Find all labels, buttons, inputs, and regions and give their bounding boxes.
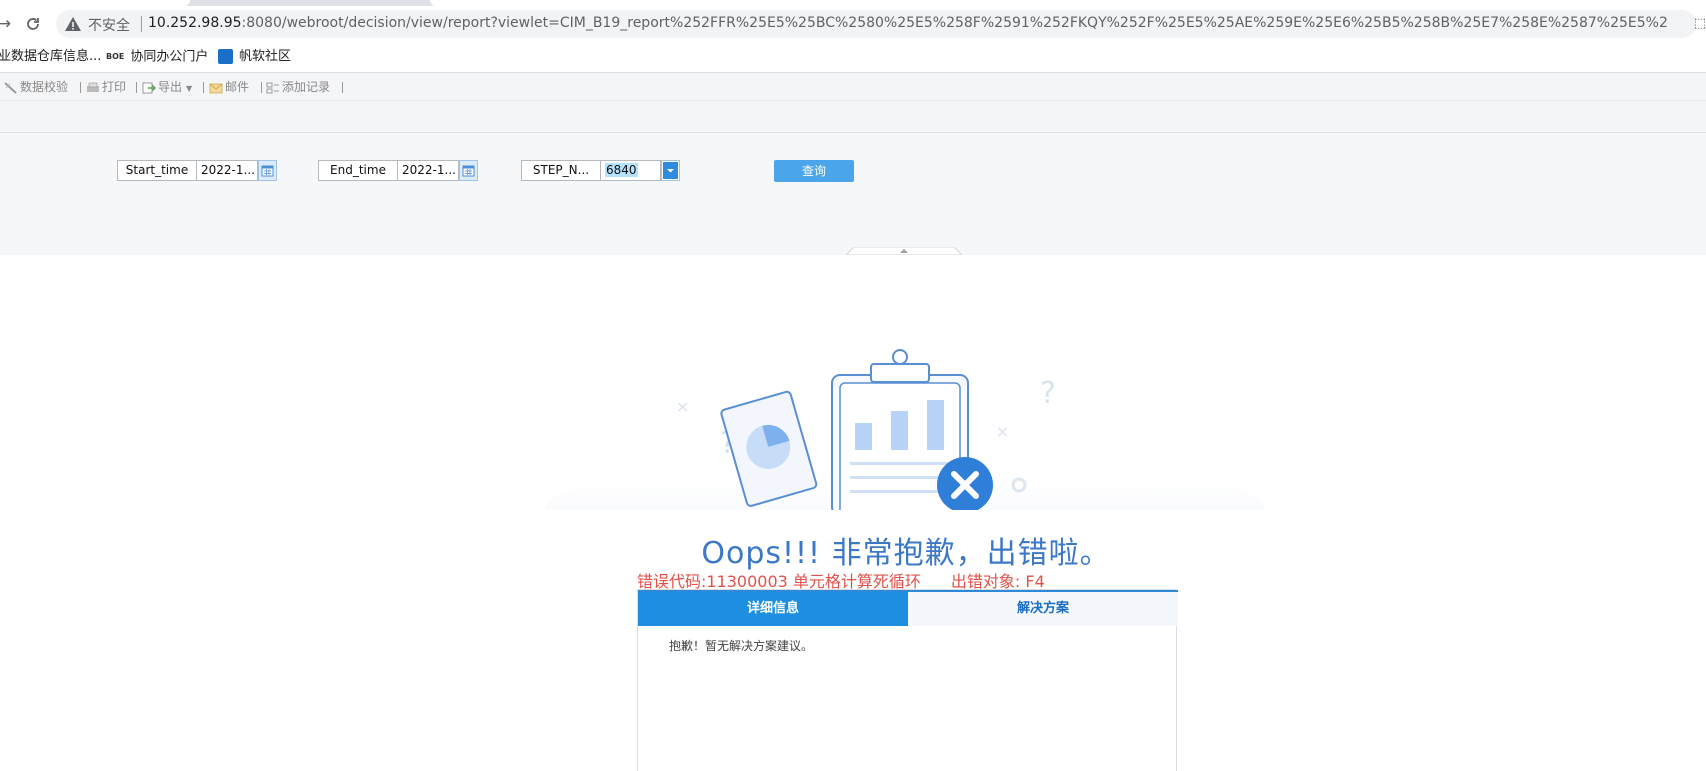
divider bbox=[203, 82, 204, 93]
divider bbox=[141, 16, 142, 32]
mail-icon bbox=[209, 82, 223, 94]
warning-icon bbox=[65, 17, 81, 31]
add-record-label: 添加记录 bbox=[282, 80, 331, 94]
report-toolbar: 数据校验 打印 导出 ▼ 邮件 添加记录 bbox=[0, 73, 1706, 101]
divider bbox=[261, 82, 262, 93]
chevron-down-icon: ▼ bbox=[186, 84, 193, 93]
browser-toolbar: → 不安全 10.252.98.95:8080/webroot/decision… bbox=[0, 6, 1706, 42]
validate-button[interactable]: 数据校验 bbox=[4, 79, 68, 95]
export-icon bbox=[142, 82, 156, 94]
validate-label: 数据校验 bbox=[20, 80, 69, 94]
url-text[interactable]: 10.252.98.95:8080/webroot/decision/view/… bbox=[148, 15, 1668, 31]
step-no-value: 6840 bbox=[605, 163, 638, 177]
chevron-down-icon bbox=[663, 162, 678, 179]
add-record-icon bbox=[266, 82, 280, 94]
start-time-label: Start_time bbox=[117, 160, 197, 181]
boe-icon: BOE bbox=[106, 52, 125, 61]
start-time-input[interactable]: 2022-1... bbox=[197, 160, 258, 181]
bookmark-label: 协同办公门户 bbox=[130, 49, 209, 65]
url-path: :8080/webroot/decision/view/report?viewl… bbox=[241, 15, 1668, 31]
reload-icon[interactable] bbox=[21, 12, 45, 36]
bookmark-item[interactable]: 帆软社区 bbox=[218, 48, 291, 66]
tab-detail-info[interactable]: 详细信息 bbox=[638, 592, 908, 626]
forward-icon[interactable]: → bbox=[0, 12, 16, 36]
url-host: 10.252.98.95 bbox=[148, 15, 242, 31]
add-record-button[interactable]: 添加记录 bbox=[266, 79, 330, 95]
svg-text:×: × bbox=[996, 422, 1009, 441]
step-no-dropdown-button[interactable] bbox=[661, 160, 680, 181]
collapse-handle[interactable] bbox=[846, 247, 962, 255]
print-button[interactable]: 打印 bbox=[86, 79, 126, 95]
divider bbox=[342, 82, 343, 93]
email-button[interactable]: 邮件 bbox=[209, 79, 249, 95]
bookmark-label: 帆软社区 bbox=[239, 49, 292, 64]
step-no-input[interactable]: 6840 bbox=[601, 160, 661, 181]
step-no-label: STEP_N... bbox=[521, 160, 601, 181]
validate-icon bbox=[4, 81, 18, 94]
address-bar[interactable]: 不安全 10.252.98.95:8080/webroot/decision/v… bbox=[56, 10, 1696, 38]
export-label: 导出 bbox=[158, 80, 183, 94]
bookmark-item[interactable]: 业数据仓库信息... bbox=[0, 48, 101, 66]
error-illustration: ? × ? × bbox=[545, 349, 1265, 510]
extension-icon[interactable]: ⬚ bbox=[1694, 16, 1706, 31]
error-title: Oops!!! 非常抱歉，出错啦。 bbox=[701, 536, 1111, 571]
end-time-input[interactable]: 2022-1... bbox=[398, 160, 459, 181]
fanruan-icon bbox=[218, 49, 233, 64]
error-detail-panel: 详细信息 解决方案 抱歉！暂无解决方案建议。 bbox=[637, 589, 1178, 771]
svg-text:?: ? bbox=[1040, 376, 1056, 411]
calendar-icon bbox=[261, 165, 274, 177]
bookmark-item[interactable]: BOE 协同办公门户 bbox=[106, 48, 208, 66]
security-label[interactable]: 不安全 bbox=[88, 15, 130, 35]
toolbar-band bbox=[0, 101, 1706, 133]
bookmark-label: 业数据仓库信息... bbox=[0, 49, 102, 64]
end-time-label: End_time bbox=[318, 160, 398, 181]
printer-icon bbox=[86, 82, 100, 94]
start-time-calendar-button[interactable] bbox=[258, 160, 277, 181]
bookmarks-bar: 业数据仓库信息... BOE 协同办公门户 帆软社区 bbox=[0, 42, 1706, 73]
calendar-icon bbox=[462, 165, 475, 177]
svg-text:×: × bbox=[676, 397, 689, 416]
export-button[interactable]: 导出 ▼ bbox=[142, 79, 192, 95]
divider bbox=[80, 82, 81, 93]
query-button[interactable]: 查询 bbox=[774, 160, 854, 182]
print-label: 打印 bbox=[102, 80, 127, 94]
panel-body-text: 抱歉！暂无解决方案建议。 bbox=[669, 639, 814, 653]
email-label: 邮件 bbox=[225, 80, 250, 94]
parameter-pane: Start_time 2022-1... End_time 2022-1... … bbox=[0, 133, 1706, 255]
end-time-calendar-button[interactable] bbox=[459, 160, 478, 181]
divider bbox=[136, 82, 137, 93]
tab-solution[interactable]: 解决方案 bbox=[908, 592, 1178, 626]
